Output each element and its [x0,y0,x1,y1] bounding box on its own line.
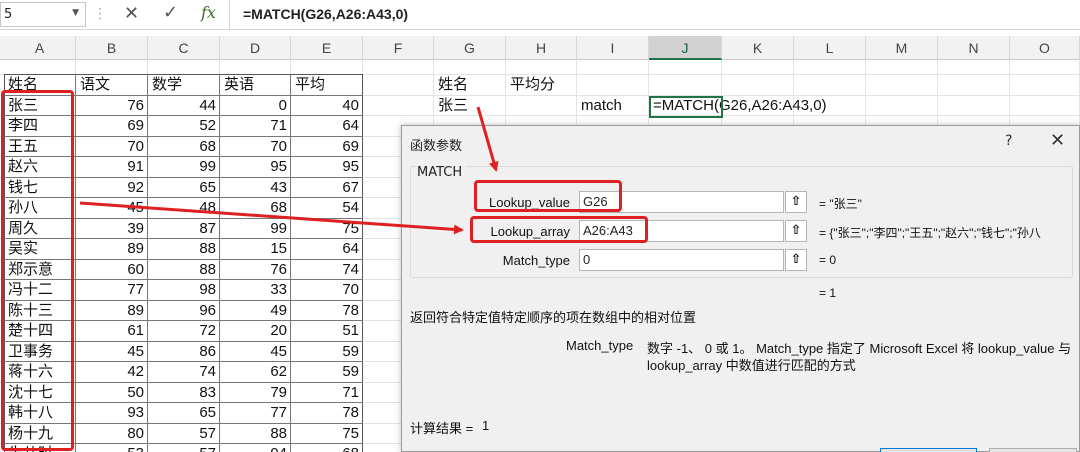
lookup-value-cell[interactable]: 张三 [434,94,506,117]
arg-label-match-type: Match_type [502,253,570,268]
chevron-down-icon[interactable]: ▼ [72,8,79,18]
annotation-box-lookup-array [470,216,648,243]
function-name: MATCH [417,165,467,180]
table-line [147,74,148,452]
column-headers: ABCDEFGHIJKLMNO [0,36,1080,60]
column-header-l[interactable]: L [794,36,866,60]
formula-bar: 5 ▼ ⋮ ✕ ✓ fx =MATCH(G26,A26:A43,0) [0,0,1080,30]
ref-select-button[interactable]: ⇧ [785,249,807,271]
match-label-cell[interactable]: match [577,94,649,117]
ok-button[interactable] [880,448,977,452]
arg-result-lookup-value: = "张三" [819,197,862,211]
function-arguments-dialog: 函数参数 ? ✕ MATCH Lookup_value G26 ⇧ = "张三"… [401,125,1080,452]
ref-select-button[interactable]: ⇧ [785,191,807,213]
column-header-e[interactable]: E [291,36,363,60]
active-cell [649,96,723,118]
table-line [75,74,76,452]
table-line [290,74,291,452]
cancel-icon[interactable]: ✕ [124,3,139,24]
column-header-i[interactable]: I [577,36,649,60]
table-line [219,74,220,452]
insert-function-button[interactable]: fx [201,3,216,22]
formula-input[interactable]: =MATCH(G26,A26:A43,0) [243,6,408,22]
annotation-box-names [1,90,74,451]
column-header-o[interactable]: O [1010,36,1080,60]
cancel-button[interactable] [989,448,1077,452]
column-header-g[interactable]: G [434,36,506,60]
help-button[interactable]: ? [1005,133,1012,149]
name-box[interactable]: 5 ▼ [0,2,86,27]
column-header-a[interactable]: A [4,36,76,60]
annotation-box-lookup-value [474,180,622,212]
arg-result-lookup-array: = {"张三";"李四";"王五";"赵六";"钱七";"孙八 [819,226,1041,240]
calc-result-value: 1 [482,418,490,433]
calc-result-label: 计算结果 = [410,421,474,436]
column-header-n[interactable]: N [938,36,1010,60]
param-description-line-2: lookup_array 中数值进行匹配的方式 [647,358,856,373]
param-name: Match_type [566,338,634,353]
column-header-d[interactable]: D [220,36,291,60]
column-header-k[interactable]: K [722,36,794,60]
column-header-h[interactable]: H [506,36,577,60]
formula-bar-divider [229,0,230,30]
column-header-c[interactable]: C [148,36,220,60]
ref-select-button[interactable]: ⇧ [785,220,807,242]
name-box-value: 5 [4,7,13,22]
column-header-b[interactable]: B [76,36,148,60]
function-description: 返回符合特定值特定顺序的项在数组中的相对位置 [410,310,697,325]
lookup-header-name[interactable]: 姓名 [434,73,506,96]
close-button[interactable]: ✕ [1050,130,1065,151]
formula-result-preview: = 1 [819,286,837,300]
dialog-title: 函数参数 [410,139,463,154]
lookup-header-average[interactable]: 平均分 [506,73,577,96]
column-header-j[interactable]: J [649,36,722,60]
arg-result-match-type: = 0 [819,253,837,267]
column-header-m[interactable]: M [866,36,938,60]
grip-icon: ⋮ [93,6,107,22]
check-icon[interactable]: ✓ [163,2,178,23]
column-header-f[interactable]: F [363,36,434,60]
match-type-input[interactable]: 0 [579,249,784,271]
